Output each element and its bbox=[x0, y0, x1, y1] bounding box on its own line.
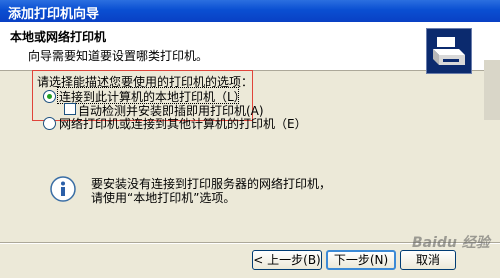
page-title: 本地或网络打印机 bbox=[10, 30, 107, 44]
background-window-edge bbox=[484, 60, 500, 120]
local-printer-radio[interactable] bbox=[43, 90, 56, 103]
info-text-line2: 请使用“本地打印机”选项。 bbox=[91, 191, 236, 205]
title-bar[interactable]: 添加打印机向导 bbox=[0, 0, 500, 22]
watermark: Baidu 经验 bbox=[412, 235, 490, 251]
network-printer-radio[interactable] bbox=[43, 117, 56, 130]
page-subtitle: 向导需要知道要设置哪类打印机。 bbox=[28, 49, 209, 63]
cancel-button[interactable]: 取消 bbox=[400, 250, 456, 270]
auto-detect-checkbox[interactable] bbox=[64, 103, 76, 115]
printer-icon bbox=[426, 28, 472, 74]
wizard-header: 本地或网络打印机 向导需要知道要设置哪类打印机。 bbox=[0, 22, 500, 74]
radio-selected-dot bbox=[47, 94, 52, 99]
back-button[interactable]: < 上一步(B) bbox=[252, 250, 322, 270]
info-icon bbox=[50, 176, 76, 202]
network-printer-label[interactable]: 网络打印机或连接到其他计算机的打印机（E） bbox=[59, 115, 307, 132]
window-title: 添加打印机向导 bbox=[8, 7, 100, 22]
next-button[interactable]: 下一步(N) bbox=[326, 250, 396, 270]
